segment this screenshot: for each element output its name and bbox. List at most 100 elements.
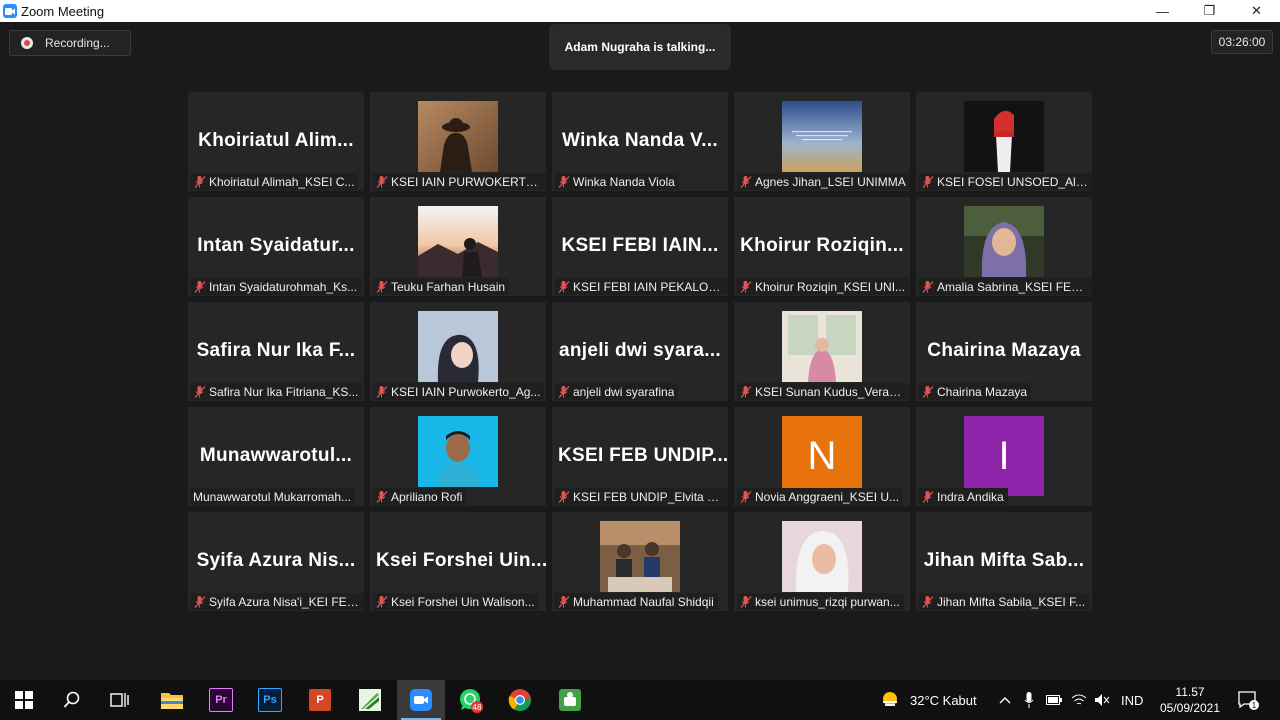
- participant-tile[interactable]: anjeli dwi syara... anjeli dwi syarafina: [552, 302, 728, 401]
- android-app[interactable]: [546, 680, 594, 720]
- search-icon: [63, 691, 80, 708]
- participant-display-name: KSEI FEB UNDIP...: [558, 445, 728, 466]
- participant-name: Intan Syaidaturohmah_Ks...: [209, 279, 358, 294]
- participant-tile[interactable]: Chairina Mazaya Chairina Mazaya: [916, 302, 1092, 401]
- premiere-pro-app[interactable]: Pr: [197, 680, 245, 720]
- participant-tile[interactable]: I Indra Andika: [916, 407, 1092, 506]
- participant-name: KSEI FOSEI UNSOED_Alvi...: [937, 174, 1089, 189]
- show-hidden-icons-button[interactable]: [999, 680, 1011, 720]
- participant-video: [782, 101, 862, 172]
- notification-center-button[interactable]: 1: [1238, 680, 1260, 720]
- zoom-logo-icon: [3, 4, 17, 18]
- mic-muted-icon: [376, 595, 388, 608]
- mic-muted-icon: [740, 175, 752, 188]
- start-button[interactable]: [0, 680, 48, 720]
- photoshop-app[interactable]: Ps: [246, 680, 294, 720]
- participant-name: KSEI FEBI IAIN PEKALONG...: [573, 279, 725, 294]
- participant-video: [418, 101, 498, 172]
- mic-muted-icon: [740, 280, 752, 293]
- participant-tile[interactable]: KSEI Sunan Kudus_Veraw...: [734, 302, 910, 401]
- participant-name: anjeli dwi syarafina: [573, 384, 675, 399]
- mic-muted-icon: [922, 175, 934, 188]
- mic-muted-icon: [194, 595, 206, 608]
- chrome-app[interactable]: [496, 680, 544, 720]
- participant-name-tag: Khoiriatul Alimah_KSEI C...: [191, 173, 359, 190]
- participant-name: ksei unimus_rizqi purwan...: [755, 594, 900, 609]
- search-button[interactable]: [48, 680, 96, 720]
- participant-tile[interactable]: ksei unimus_rizqi purwan...: [734, 512, 910, 611]
- participant-name-tag: Safira Nur Ika Fitriana_KS...: [191, 383, 363, 400]
- participant-tile[interactable]: Amalia Sabrina_KSEI FEB ...: [916, 197, 1092, 296]
- participant-name-tag: Ksei Forshei Uin Walison...: [373, 593, 539, 610]
- language-indicator[interactable]: IND: [1121, 680, 1143, 720]
- participant-tile[interactable]: Winka Nanda V... Winka Nanda Viola: [552, 92, 728, 191]
- green-app[interactable]: [346, 680, 394, 720]
- participant-tile[interactable]: N Novia Anggraeni_KSEI U...: [734, 407, 910, 506]
- participant-gallery: Khoiriatul Alim... Khoiriatul Alimah_KSEI…: [188, 92, 1092, 611]
- participant-tile[interactable]: KSEI FOSEI UNSOED_Alvi...: [916, 92, 1092, 191]
- participant-video: [418, 416, 498, 487]
- participant-video: [964, 206, 1044, 277]
- participant-display-name: Jihan Mifta Sab...: [923, 550, 1085, 571]
- battery-tray[interactable]: [1046, 680, 1062, 720]
- mic-muted-icon: [922, 385, 934, 398]
- recording-indicator[interactable]: Recording...: [9, 30, 131, 56]
- mic-muted-icon: [558, 385, 570, 398]
- mic-muted-icon: [558, 175, 570, 188]
- participant-tile[interactable]: Khoiriatul Alim... Khoiriatul Alimah_KSEI…: [188, 92, 364, 191]
- participant-tile[interactable]: Syifa Azura Nis... Syifa Azura Nisa'i_KEI…: [188, 512, 364, 611]
- zoom-app[interactable]: [397, 680, 445, 720]
- participant-display-name: Chairina Mazaya: [927, 340, 1081, 361]
- participant-name-tag: Chairina Mazaya: [919, 383, 1032, 400]
- mic-muted-icon: [740, 490, 752, 503]
- participant-tile[interactable]: Intan Syaidatur... Intan Syaidaturohmah_K…: [188, 197, 364, 296]
- participant-name: Indra Andika: [937, 489, 1004, 504]
- weather-widget[interactable]: 32°C Kabut: [880, 680, 977, 720]
- participant-name-tag: Munawwarotul Mukarromah...: [191, 488, 356, 505]
- participant-video: [418, 311, 498, 382]
- taskbar-clock[interactable]: 11.57 05/09/2021: [1150, 680, 1230, 720]
- participant-name-tag: Intan Syaidaturohmah_Ks...: [191, 278, 362, 295]
- wifi-tray[interactable]: [1071, 680, 1087, 720]
- mic-muted-icon: [376, 280, 388, 293]
- participant-display-name: Ksei Forshei Uin...: [376, 550, 546, 571]
- participant-tile[interactable]: Safira Nur Ika F... Safira Nur Ika Fitria…: [188, 302, 364, 401]
- participant-name-tag: KSEI Sunan Kudus_Veraw...: [737, 383, 910, 400]
- participant-name-tag: Indra Andika: [919, 488, 1008, 505]
- participant-tile[interactable]: KSEI FEB UNDIP... KSEI FEB UNDIP_Elvita N…: [552, 407, 728, 506]
- participant-tile[interactable]: Muhammad Naufal Shidqii: [552, 512, 728, 611]
- participant-tile[interactable]: KSEI FEBI IAIN... KSEI FEBI IAIN PEKALONG…: [552, 197, 728, 296]
- participant-display-name: KSEI FEBI IAIN...: [561, 235, 719, 256]
- chrome-icon: [508, 689, 531, 712]
- mic-muted-icon: [194, 175, 206, 188]
- participant-tile[interactable]: Jihan Mifta Sab... Jihan Mifta Sabila_KSE…: [916, 512, 1092, 611]
- restore-button[interactable]: ❐: [1186, 0, 1233, 22]
- participant-tile[interactable]: Munawwarotul... Munawwarotul Mukarromah..…: [188, 407, 364, 506]
- participant-tile[interactable]: KSEI IAIN Purwokerto_Ag...: [370, 302, 546, 401]
- file-explorer-app[interactable]: [148, 680, 196, 720]
- volume-tray[interactable]: [1094, 680, 1110, 720]
- powerpoint-app[interactable]: P: [296, 680, 344, 720]
- participant-tile[interactable]: Apriliano Rofi: [370, 407, 546, 506]
- participant-video: [600, 521, 680, 592]
- participant-name: Syifa Azura Nisa'i_KEI FEB...: [209, 594, 361, 609]
- participant-tile[interactable]: Khoirur Roziqin... Khoirur Roziqin_KSEI U…: [734, 197, 910, 296]
- participant-name-tag: Muhammad Naufal Shidqii: [555, 593, 718, 610]
- minimize-button[interactable]: —: [1139, 0, 1186, 22]
- participant-tile[interactable]: KSEI IAIN PURWOKERTO_Silv...: [370, 92, 546, 191]
- participant-name: Chairina Mazaya: [937, 384, 1028, 399]
- participant-tile[interactable]: Teuku Farhan Husain: [370, 197, 546, 296]
- participant-display-name: Khoiriatul Alim...: [198, 130, 354, 151]
- participant-name: Muhammad Naufal Shidqii: [573, 594, 714, 609]
- participant-name-tag: Novia Anggraeni_KSEI U...: [737, 488, 904, 505]
- participant-tile[interactable]: Ksei Forshei Uin... Ksei Forshei Uin Wali…: [370, 512, 546, 611]
- record-icon: [21, 37, 33, 49]
- task-view-button[interactable]: [96, 680, 144, 720]
- language-label: IND: [1121, 692, 1144, 708]
- participant-tile[interactable]: Agnes Jihan_LSEI UNIMMA: [734, 92, 910, 191]
- close-button[interactable]: ✕: [1233, 0, 1280, 22]
- whatsapp-app[interactable]: 48: [447, 680, 495, 720]
- participant-name: KSEI Sunan Kudus_Veraw...: [755, 384, 907, 399]
- microphone-tray[interactable]: [1024, 680, 1034, 720]
- participant-name-tag: KSEI IAIN PURWOKERTO_Silv...: [373, 173, 546, 190]
